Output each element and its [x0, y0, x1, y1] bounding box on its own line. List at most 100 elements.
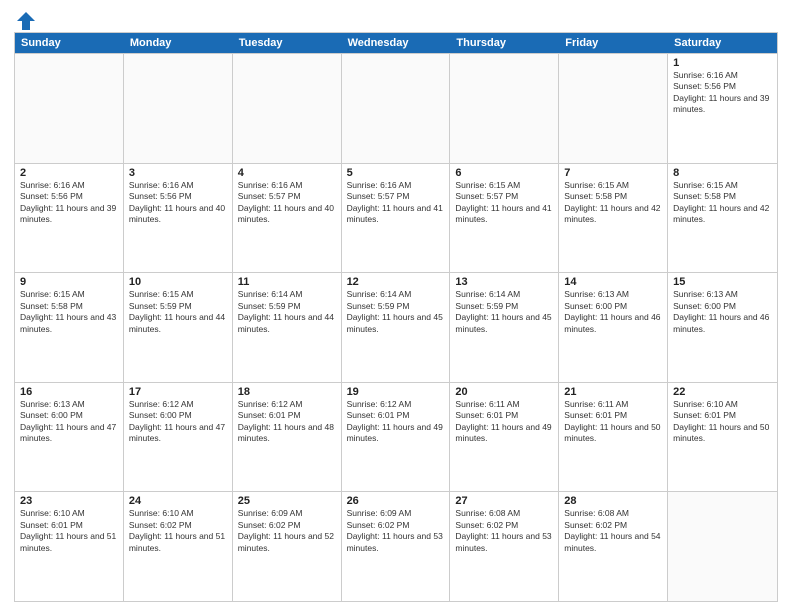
cell-sun-info: Sunrise: 6:14 AM Sunset: 5:59 PM Dayligh…: [455, 289, 553, 335]
cal-row: 1Sunrise: 6:16 AM Sunset: 5:56 PM Daylig…: [15, 53, 777, 163]
cal-cell: 19Sunrise: 6:12 AM Sunset: 6:01 PM Dayli…: [342, 383, 451, 492]
day-number: 17: [129, 386, 227, 398]
cal-cell: 5Sunrise: 6:16 AM Sunset: 5:57 PM Daylig…: [342, 164, 451, 273]
cal-cell: 11Sunrise: 6:14 AM Sunset: 5:59 PM Dayli…: [233, 273, 342, 382]
cal-cell: 14Sunrise: 6:13 AM Sunset: 6:00 PM Dayli…: [559, 273, 668, 382]
cell-sun-info: Sunrise: 6:15 AM Sunset: 5:58 PM Dayligh…: [564, 180, 662, 226]
cell-sun-info: Sunrise: 6:08 AM Sunset: 6:02 PM Dayligh…: [455, 508, 553, 554]
cal-header-day: Thursday: [450, 33, 559, 53]
cal-cell: 12Sunrise: 6:14 AM Sunset: 5:59 PM Dayli…: [342, 273, 451, 382]
day-number: 19: [347, 386, 445, 398]
cal-cell: 2Sunrise: 6:16 AM Sunset: 5:56 PM Daylig…: [15, 164, 124, 273]
cal-cell-empty: [124, 54, 233, 163]
cal-cell: 10Sunrise: 6:15 AM Sunset: 5:59 PM Dayli…: [124, 273, 233, 382]
day-number: 24: [129, 495, 227, 507]
cal-header-day: Wednesday: [342, 33, 451, 53]
day-number: 18: [238, 386, 336, 398]
cal-cell: 22Sunrise: 6:10 AM Sunset: 6:01 PM Dayli…: [668, 383, 777, 492]
page: SundayMondayTuesdayWednesdayThursdayFrid…: [0, 0, 792, 612]
cal-cell: 20Sunrise: 6:11 AM Sunset: 6:01 PM Dayli…: [450, 383, 559, 492]
cal-header-day: Tuesday: [233, 33, 342, 53]
day-number: 28: [564, 495, 662, 507]
cal-cell: 16Sunrise: 6:13 AM Sunset: 6:00 PM Dayli…: [15, 383, 124, 492]
cell-sun-info: Sunrise: 6:13 AM Sunset: 6:00 PM Dayligh…: [564, 289, 662, 335]
cell-sun-info: Sunrise: 6:10 AM Sunset: 6:01 PM Dayligh…: [20, 508, 118, 554]
day-number: 1: [673, 57, 772, 69]
cal-header-day: Friday: [559, 33, 668, 53]
cell-sun-info: Sunrise: 6:16 AM Sunset: 5:56 PM Dayligh…: [20, 180, 118, 226]
calendar-body: 1Sunrise: 6:16 AM Sunset: 5:56 PM Daylig…: [15, 53, 777, 601]
cal-cell: 3Sunrise: 6:16 AM Sunset: 5:56 PM Daylig…: [124, 164, 233, 273]
cal-cell-empty: [342, 54, 451, 163]
cell-sun-info: Sunrise: 6:13 AM Sunset: 6:00 PM Dayligh…: [673, 289, 772, 335]
cal-cell: 17Sunrise: 6:12 AM Sunset: 6:00 PM Dayli…: [124, 383, 233, 492]
cell-sun-info: Sunrise: 6:11 AM Sunset: 6:01 PM Dayligh…: [564, 399, 662, 445]
cal-cell-empty: [15, 54, 124, 163]
day-number: 15: [673, 276, 772, 288]
day-number: 27: [455, 495, 553, 507]
cal-cell: 13Sunrise: 6:14 AM Sunset: 5:59 PM Dayli…: [450, 273, 559, 382]
day-number: 6: [455, 167, 553, 179]
cell-sun-info: Sunrise: 6:15 AM Sunset: 5:59 PM Dayligh…: [129, 289, 227, 335]
cal-cell-empty: [450, 54, 559, 163]
cell-sun-info: Sunrise: 6:09 AM Sunset: 6:02 PM Dayligh…: [238, 508, 336, 554]
day-number: 10: [129, 276, 227, 288]
cell-sun-info: Sunrise: 6:16 AM Sunset: 5:56 PM Dayligh…: [673, 70, 772, 116]
logo-icon: [15, 10, 37, 32]
cal-cell: 24Sunrise: 6:10 AM Sunset: 6:02 PM Dayli…: [124, 492, 233, 601]
cal-cell: 7Sunrise: 6:15 AM Sunset: 5:58 PM Daylig…: [559, 164, 668, 273]
cal-row: 16Sunrise: 6:13 AM Sunset: 6:00 PM Dayli…: [15, 382, 777, 492]
cell-sun-info: Sunrise: 6:12 AM Sunset: 6:01 PM Dayligh…: [238, 399, 336, 445]
cal-row: 23Sunrise: 6:10 AM Sunset: 6:01 PM Dayli…: [15, 491, 777, 601]
cal-cell: 25Sunrise: 6:09 AM Sunset: 6:02 PM Dayli…: [233, 492, 342, 601]
cal-cell: 6Sunrise: 6:15 AM Sunset: 5:57 PM Daylig…: [450, 164, 559, 273]
day-number: 13: [455, 276, 553, 288]
day-number: 25: [238, 495, 336, 507]
calendar: SundayMondayTuesdayWednesdayThursdayFrid…: [14, 32, 778, 602]
cell-sun-info: Sunrise: 6:15 AM Sunset: 5:58 PM Dayligh…: [20, 289, 118, 335]
day-number: 8: [673, 167, 772, 179]
day-number: 23: [20, 495, 118, 507]
day-number: 4: [238, 167, 336, 179]
cal-row: 2Sunrise: 6:16 AM Sunset: 5:56 PM Daylig…: [15, 163, 777, 273]
cal-cell: 28Sunrise: 6:08 AM Sunset: 6:02 PM Dayli…: [559, 492, 668, 601]
cell-sun-info: Sunrise: 6:16 AM Sunset: 5:57 PM Dayligh…: [347, 180, 445, 226]
day-number: 20: [455, 386, 553, 398]
cal-cell: 26Sunrise: 6:09 AM Sunset: 6:02 PM Dayli…: [342, 492, 451, 601]
day-number: 21: [564, 386, 662, 398]
day-number: 11: [238, 276, 336, 288]
cell-sun-info: Sunrise: 6:15 AM Sunset: 5:57 PM Dayligh…: [455, 180, 553, 226]
cal-cell-empty: [668, 492, 777, 601]
cal-cell: 4Sunrise: 6:16 AM Sunset: 5:57 PM Daylig…: [233, 164, 342, 273]
day-number: 5: [347, 167, 445, 179]
cell-sun-info: Sunrise: 6:12 AM Sunset: 6:00 PM Dayligh…: [129, 399, 227, 445]
day-number: 16: [20, 386, 118, 398]
cell-sun-info: Sunrise: 6:11 AM Sunset: 6:01 PM Dayligh…: [455, 399, 553, 445]
cell-sun-info: Sunrise: 6:09 AM Sunset: 6:02 PM Dayligh…: [347, 508, 445, 554]
cell-sun-info: Sunrise: 6:16 AM Sunset: 5:56 PM Dayligh…: [129, 180, 227, 226]
day-number: 12: [347, 276, 445, 288]
cal-header-day: Saturday: [668, 33, 777, 53]
cal-cell: 21Sunrise: 6:11 AM Sunset: 6:01 PM Dayli…: [559, 383, 668, 492]
logo: [14, 10, 38, 28]
cell-sun-info: Sunrise: 6:10 AM Sunset: 6:02 PM Dayligh…: [129, 508, 227, 554]
cal-row: 9Sunrise: 6:15 AM Sunset: 5:58 PM Daylig…: [15, 272, 777, 382]
day-number: 26: [347, 495, 445, 507]
day-number: 14: [564, 276, 662, 288]
cal-header-day: Sunday: [15, 33, 124, 53]
cell-sun-info: Sunrise: 6:13 AM Sunset: 6:00 PM Dayligh…: [20, 399, 118, 445]
cell-sun-info: Sunrise: 6:15 AM Sunset: 5:58 PM Dayligh…: [673, 180, 772, 226]
header: [14, 10, 778, 28]
cal-cell-empty: [233, 54, 342, 163]
cal-header-day: Monday: [124, 33, 233, 53]
cal-cell: 18Sunrise: 6:12 AM Sunset: 6:01 PM Dayli…: [233, 383, 342, 492]
day-number: 22: [673, 386, 772, 398]
cal-cell: 9Sunrise: 6:15 AM Sunset: 5:58 PM Daylig…: [15, 273, 124, 382]
cal-cell: 15Sunrise: 6:13 AM Sunset: 6:00 PM Dayli…: [668, 273, 777, 382]
cal-cell: 27Sunrise: 6:08 AM Sunset: 6:02 PM Dayli…: [450, 492, 559, 601]
cell-sun-info: Sunrise: 6:12 AM Sunset: 6:01 PM Dayligh…: [347, 399, 445, 445]
day-number: 2: [20, 167, 118, 179]
cell-sun-info: Sunrise: 6:14 AM Sunset: 5:59 PM Dayligh…: [347, 289, 445, 335]
cal-cell: 1Sunrise: 6:16 AM Sunset: 5:56 PM Daylig…: [668, 54, 777, 163]
cell-sun-info: Sunrise: 6:08 AM Sunset: 6:02 PM Dayligh…: [564, 508, 662, 554]
